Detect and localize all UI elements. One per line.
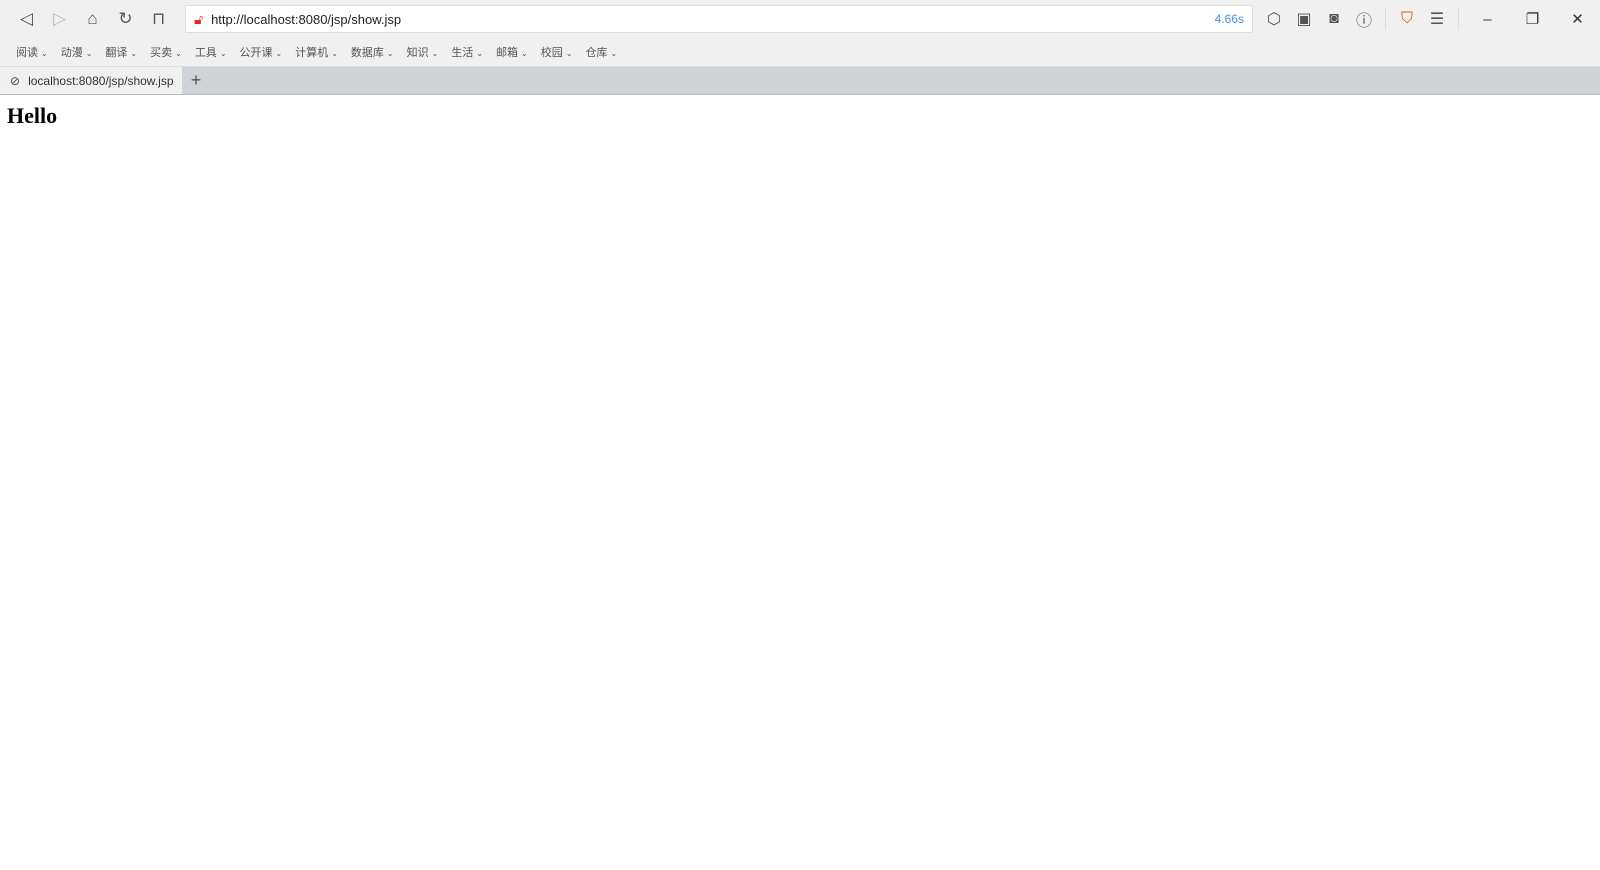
bookmark-label: 生活 — [451, 47, 474, 59]
chevron-down-icon: ⌄ — [565, 49, 573, 58]
bookmark-folder[interactable]: 校园 ⌄ — [541, 44, 573, 60]
chevron-down-icon: ⌄ — [521, 49, 528, 58]
bookmark-folder[interactable]: 买卖 ⌄ — [150, 44, 182, 60]
load-time: 4.66s — [1214, 12, 1244, 26]
browser-chrome: ◁ ▷ ⌂ ↻ ⊓ 🔓︎ http://localhost:8080/jsp/s… — [0, 0, 1600, 66]
bookmark-folder[interactable]: 知识 ⌄ — [407, 44, 439, 60]
url-text[interactable]: http://localhost:8080/jsp/show.jsp — [211, 12, 1215, 27]
tab-active[interactable]: ⊘ localhost:8080/jsp/show.jsp — [0, 67, 182, 94]
bookmark-label: 动漫 — [60, 47, 83, 59]
page-heading: Hello — [7, 103, 58, 128]
page-content: Hello — [0, 95, 1600, 137]
shield-heart-icon[interactable]: ⬡ — [1259, 4, 1289, 34]
bookmark-label: 邮箱 — [496, 47, 519, 59]
back-button[interactable]: ◁ — [10, 4, 43, 34]
bookmark-label: 翻译 — [105, 47, 128, 59]
info-icon[interactable]: ⓘ — [1349, 4, 1379, 34]
bookmark-label: 知识 — [406, 47, 429, 59]
nav-toolbar: ◁ ▷ ⌂ ↻ ⊓ 🔓︎ http://localhost:8080/jsp/s… — [0, 0, 1600, 38]
minimize-button[interactable]: – — [1465, 11, 1510, 28]
bookmark-folder[interactable]: 阅读 ⌄ — [16, 44, 48, 60]
tab-strip: ⊘ localhost:8080/jsp/show.jsp + — [0, 66, 1600, 95]
extension-icon[interactable]: ▣ — [1289, 4, 1319, 34]
bookmark-folder[interactable]: 动漫 ⌄ — [61, 44, 93, 60]
reload-button[interactable]: ↻ — [109, 4, 142, 34]
bookmark-folder[interactable]: 仓库 ⌄ — [585, 44, 617, 60]
chevron-down-icon: ⌄ — [610, 49, 618, 58]
bookmark-label: 校园 — [540, 47, 563, 59]
brave-lion-icon[interactable]: ⛉ — [1392, 4, 1422, 34]
insecure-lock-icon[interactable]: 🔓︎ — [194, 11, 203, 28]
loading-page-icon: ⊘ — [10, 73, 21, 88]
bookmark-folder[interactable]: 数据库 ⌄ — [351, 44, 394, 60]
bookmark-label: 仓库 — [585, 47, 608, 59]
forward-button[interactable]: ▷ — [43, 4, 76, 34]
divider — [1458, 8, 1459, 30]
chevron-down-icon: ⌄ — [130, 49, 138, 58]
bookmark-folder[interactable]: 公开课 ⌄ — [240, 44, 283, 60]
new-tab-button[interactable]: + — [182, 67, 210, 94]
address-bar[interactable]: 🔓︎ http://localhost:8080/jsp/show.jsp 4.… — [185, 5, 1253, 33]
divider — [1385, 8, 1386, 30]
bookmark-folder[interactable]: 工具 ⌄ — [195, 44, 227, 60]
home-button[interactable]: ⌂ — [76, 4, 109, 34]
bookmarks-bar: 阅读 ⌄ 动漫 ⌄ 翻译 ⌄ 买卖 ⌄ 工具 ⌄ 公开课 ⌄ 计算机 ⌄ 数据库 ⌄ 知识 ⌄ 生活 ⌄ 邮箱 ⌄ 校园 ⌄ 仓… — [0, 38, 1600, 66]
menu-icon[interactable]: ☰ — [1422, 4, 1452, 34]
close-button[interactable]: ✕ — [1555, 10, 1600, 28]
bookmark-folder[interactable]: 生活 ⌄ — [451, 44, 483, 60]
chevron-down-icon: ⌄ — [219, 49, 227, 58]
bookmark-label: 公开课 — [239, 47, 273, 59]
bookmark-button[interactable]: ⊓ — [142, 4, 175, 34]
chevron-down-icon: ⌄ — [175, 49, 182, 58]
chevron-down-icon: ⌄ — [41, 49, 48, 58]
bookmark-folder[interactable]: 计算机 ⌄ — [295, 44, 338, 60]
bookmark-label: 买卖 — [150, 47, 173, 59]
chevron-down-icon: ⌄ — [476, 49, 484, 58]
chevron-down-icon: ⌄ — [386, 49, 394, 58]
chevron-down-icon: ⌄ — [431, 49, 439, 58]
chevron-down-icon: ⌄ — [275, 49, 283, 58]
restore-button[interactable]: ❐ — [1510, 10, 1555, 28]
chevron-down-icon: ⌄ — [85, 49, 93, 58]
pocket-icon[interactable]: ◙ — [1319, 4, 1349, 34]
bookmark-folder[interactable]: 邮箱 ⌄ — [496, 44, 528, 60]
bookmark-folder[interactable]: 翻译 ⌄ — [105, 44, 137, 60]
tab-title: localhost:8080/jsp/show.jsp — [28, 73, 174, 88]
bookmark-label: 阅读 — [16, 47, 38, 59]
bookmark-label: 数据库 — [350, 47, 384, 59]
bookmark-label: 计算机 — [295, 47, 329, 59]
bookmark-label: 工具 — [194, 47, 217, 59]
chevron-down-icon: ⌄ — [331, 49, 338, 58]
